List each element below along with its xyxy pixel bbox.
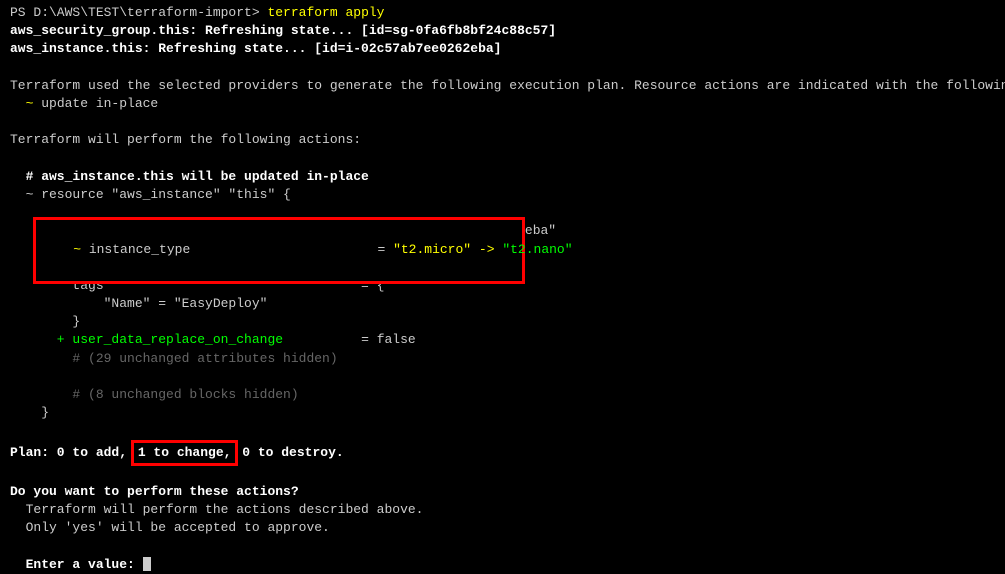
it-arrow: -> (471, 242, 502, 257)
resource-close: } (10, 404, 995, 422)
actions-header: Terraform will perform the following act… (10, 131, 995, 149)
blank-line (10, 537, 995, 555)
tags-close: } (10, 313, 995, 331)
cursor-icon (143, 557, 151, 571)
plus: + (10, 332, 72, 347)
blank-line (10, 465, 995, 483)
intro-update: ~ update in-place (10, 95, 995, 113)
terminal-output: PS D:\AWS\TEST\terraform-import> terrafo… (10, 4, 995, 22)
prompt-line[interactable]: PS D:\AWS\TEST\terraform-import> terrafo… (10, 5, 384, 20)
hidden-attrs: # (29 unchanged attributes hidden) (10, 350, 995, 368)
plan-line: Plan: 0 to add, 1 to change, 0 to destro… (10, 441, 995, 465)
ud-eq: = (283, 332, 377, 347)
confirm-q: Do you want to perform these actions? (10, 483, 995, 501)
blank-line (10, 113, 995, 131)
ud-val: false (377, 332, 416, 347)
id-wrapper: id = "i-02c57ab7ee0262eba" ~ instance_ty… (10, 204, 995, 259)
blank-line (10, 59, 995, 77)
enter-label: Enter a value: (10, 557, 143, 572)
update-symbol: ~ (10, 96, 41, 111)
plan-suffix: 0 to destroy. (234, 445, 343, 460)
ud-key: user_data_replace_on_change (72, 332, 283, 347)
user-data-line: + user_data_replace_on_change = false (10, 331, 995, 349)
intro-line: Terraform used the selected providers to… (10, 77, 995, 95)
blank-line (10, 150, 995, 168)
resource-open: ~ resource "aws_instance" "this" { (10, 186, 995, 204)
tilde: ~ (73, 242, 89, 257)
enter-value-line[interactable]: Enter a value: (10, 556, 995, 574)
instance-type-highlight: ~ instance_type = "t2.micro" -> "t2.nano… (33, 217, 525, 284)
resource-comment: # aws_instance.this will be updated in-p… (10, 168, 995, 186)
refresh-sg: aws_security_group.this: Refreshing stat… (10, 22, 995, 40)
confirm-l2: Only 'yes' will be accepted to approve. (10, 519, 995, 537)
instance-type-line: ~ instance_type = "t2.micro" -> "t2.nano… (73, 242, 572, 257)
update-label: update in-place (41, 96, 158, 111)
hidden-blocks: # (8 unchanged blocks hidden) (10, 386, 995, 404)
blank-line (10, 368, 995, 386)
plan-change-highlight: 1 to change, (131, 440, 239, 466)
prompt-prefix: PS D:\AWS\TEST\terraform-import> (10, 5, 267, 20)
blank-line (10, 422, 995, 440)
it-old: "t2.micro" (393, 242, 471, 257)
refresh-instance: aws_instance.this: Refreshing state... [… (10, 40, 995, 58)
plan-prefix: Plan: 0 to add, (10, 445, 135, 460)
confirm-l1: Terraform will perform the actions descr… (10, 501, 995, 519)
it-new: "t2.nano" (502, 242, 572, 257)
it-key: instance_type = (89, 242, 393, 257)
command-text: terraform apply (267, 5, 384, 20)
tags-name: "Name" = "EasyDeploy" (10, 295, 995, 313)
